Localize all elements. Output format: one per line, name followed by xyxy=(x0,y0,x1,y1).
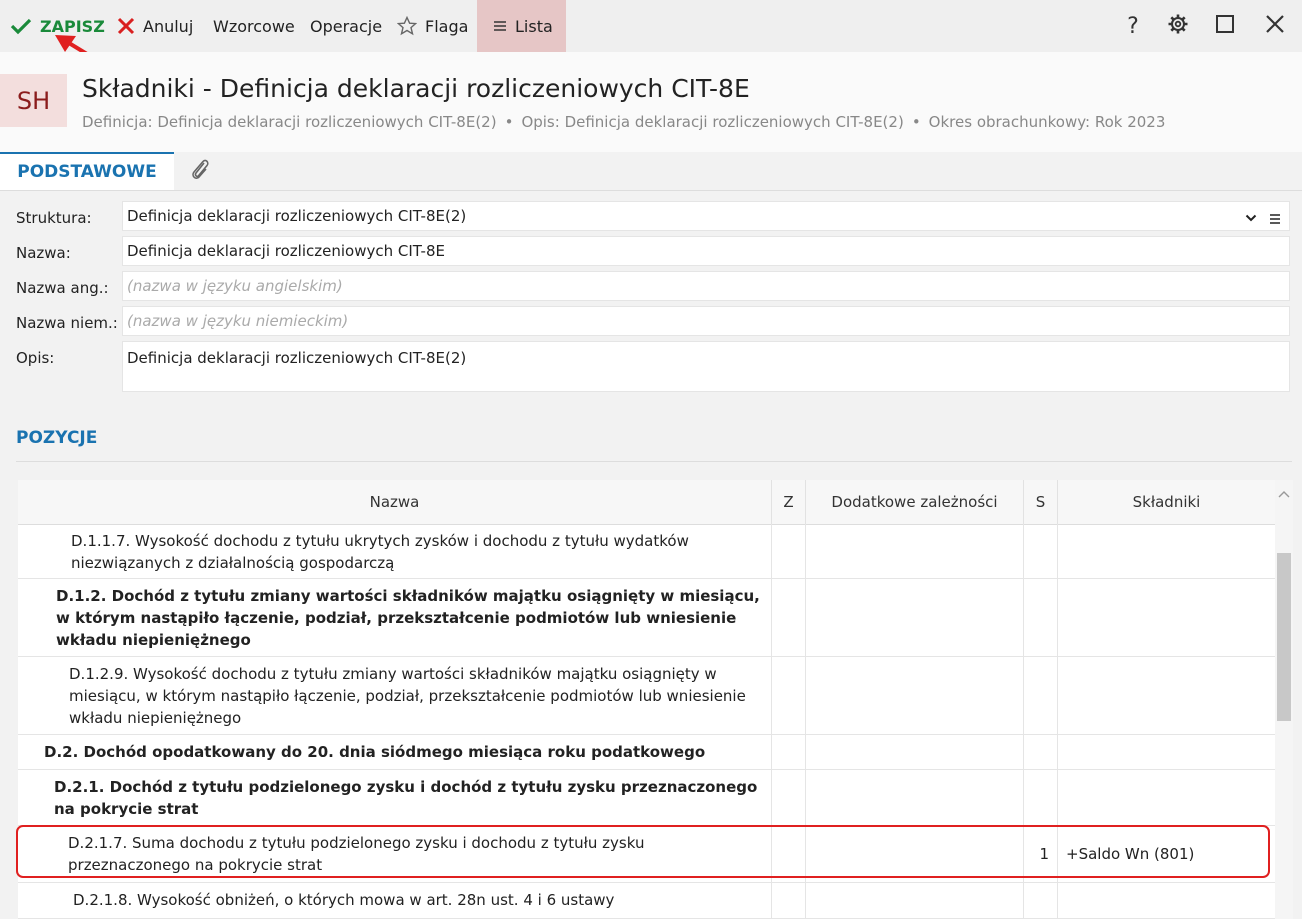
close-button[interactable] xyxy=(1255,0,1295,52)
name-label: Nazwa: xyxy=(16,244,71,262)
flag-button[interactable]: Flaga xyxy=(397,0,468,52)
row-components xyxy=(1058,883,1275,918)
grid-scrollbar[interactable] xyxy=(1275,480,1293,919)
row-name: D.1.1.7. Wysokość dochodu z tytułu ukryt… xyxy=(18,524,772,578)
row-components xyxy=(1058,657,1275,734)
settings-button[interactable] xyxy=(1158,0,1198,52)
avatar: SH xyxy=(0,74,67,127)
row-name: D.1.2.9. Wysokość dochodu z tytułu zmian… xyxy=(18,657,772,734)
row-z xyxy=(772,883,806,918)
table-row[interactable]: D.1.2.9. Wysokość dochodu z tytułu zmian… xyxy=(18,657,1275,735)
row-z xyxy=(772,579,806,656)
description-label: Opis: xyxy=(16,349,55,367)
row-name: D.2. Dochód opodatkowany do 20. dnia sió… xyxy=(18,735,772,769)
name-de-label: Nazwa niem.: xyxy=(16,314,118,332)
tab-basic[interactable]: PODSTAWOWE xyxy=(0,152,174,190)
name-de-field[interactable]: (nazwa w języku niemieckim) xyxy=(122,306,1290,336)
row-s xyxy=(1024,735,1058,769)
maximize-button[interactable] xyxy=(1205,0,1245,52)
templates-label: Wzorcowe xyxy=(213,16,295,36)
subtitle-definition: Definicja: Definicja deklaracji rozlicze… xyxy=(82,113,497,131)
scroll-thumb[interactable] xyxy=(1277,553,1291,721)
record-header: SH Składniki - Definicja deklaracji rozl… xyxy=(0,52,1302,152)
help-icon: ? xyxy=(1127,13,1139,39)
row-z xyxy=(772,735,806,769)
paperclip-icon xyxy=(189,157,211,185)
tab-attachments[interactable] xyxy=(180,152,220,190)
row-components xyxy=(1058,770,1275,825)
subtitle-separator: • xyxy=(504,113,514,131)
table-row[interactable]: D.2.1.8. Wysokość obniżeń, o których mow… xyxy=(18,883,1275,919)
close-icon xyxy=(1265,14,1285,38)
row-z xyxy=(772,770,806,825)
flag-label: Flaga xyxy=(425,16,469,36)
list-icon xyxy=(493,20,507,32)
list-button[interactable]: Lista xyxy=(477,0,566,52)
subtitle-separator: • xyxy=(911,113,921,131)
row-name: D.2.1. Dochód z tytułu podzielonego zysk… xyxy=(18,770,772,825)
structure-label: Struktura: xyxy=(16,209,92,227)
row-s xyxy=(1024,883,1058,918)
table-row[interactable]: D.1.2. Dochód z tytułu zmiany wartości s… xyxy=(18,579,1275,657)
column-header-dependencies[interactable]: Dodatkowe zależności xyxy=(806,480,1024,524)
row-dependencies xyxy=(806,524,1024,578)
annotation-highlight-box xyxy=(16,825,1270,878)
row-components xyxy=(1058,735,1275,769)
name-en-field[interactable]: (nazwa w języku angielskim) xyxy=(122,271,1290,301)
column-header-components[interactable]: Składniki xyxy=(1058,480,1275,524)
cancel-label: Anuluj xyxy=(143,16,194,36)
row-s xyxy=(1024,524,1058,578)
row-components xyxy=(1058,579,1275,656)
toolbar: ZAPISZ Anuluj Wzorcowe Operacje Flaga Li… xyxy=(0,0,1302,52)
description-field[interactable]: Definicja deklaracji rozliczeniowych CIT… xyxy=(122,341,1290,392)
row-s xyxy=(1024,657,1058,734)
page-title: Składniki - Definicja deklaracji rozlicz… xyxy=(82,74,750,103)
column-header-name[interactable]: Nazwa xyxy=(18,480,772,524)
table-row[interactable]: D.2. Dochód opodatkowany do 20. dnia sió… xyxy=(18,735,1275,770)
row-z xyxy=(772,657,806,734)
column-header-z[interactable]: Z xyxy=(772,480,806,524)
list-label: Lista xyxy=(515,16,553,36)
templates-button[interactable]: Wzorcowe xyxy=(213,0,295,52)
table-row[interactable]: D.2.1. Dochód z tytułu podzielonego zysk… xyxy=(18,770,1275,826)
gear-icon xyxy=(1167,13,1189,39)
scroll-up-icon[interactable] xyxy=(1278,484,1290,503)
menu-icon[interactable] xyxy=(1269,211,1281,229)
operations-button[interactable]: Operacje xyxy=(310,0,382,52)
row-name: D.1.2. Dochód z tytułu zmiany wartości s… xyxy=(18,579,772,656)
row-s xyxy=(1024,579,1058,656)
name-en-label: Nazwa ang.: xyxy=(16,279,109,297)
structure-value: Definicja deklaracji rozliczeniowych CIT… xyxy=(127,207,467,225)
chevron-down-icon[interactable] xyxy=(1245,210,1257,228)
positions-title: POZYCJE xyxy=(16,428,98,448)
row-dependencies xyxy=(806,770,1024,825)
row-dependencies xyxy=(806,883,1024,918)
row-dependencies xyxy=(806,657,1024,734)
structure-select[interactable]: Definicja deklaracji rozliczeniowych CIT… xyxy=(122,201,1290,231)
name-field[interactable]: Definicja deklaracji rozliczeniowych CIT… xyxy=(122,236,1290,266)
row-dependencies xyxy=(806,579,1024,656)
grid-header: Nazwa Z Dodatkowe zależności S Składniki xyxy=(18,480,1275,525)
maximize-icon xyxy=(1215,14,1235,38)
operations-label: Operacje xyxy=(310,16,383,36)
row-z xyxy=(772,524,806,578)
page-subtitle: Definicja: Definicja deklaracji rozlicze… xyxy=(82,113,1165,131)
star-icon xyxy=(397,16,417,36)
row-name: D.2.1.8. Wysokość obniżeń, o których mow… xyxy=(18,883,772,918)
subtitle-description: Opis: Definicja deklaracji rozliczeniowy… xyxy=(521,113,904,131)
help-button[interactable]: ? xyxy=(1113,0,1153,52)
checkmark-icon xyxy=(10,17,32,35)
row-dependencies xyxy=(806,735,1024,769)
tab-bar: PODSTAWOWE xyxy=(0,152,1302,191)
row-s xyxy=(1024,770,1058,825)
table-row[interactable]: D.1.1.7. Wysokość dochodu z tytułu ukryt… xyxy=(18,524,1275,579)
section-divider xyxy=(16,461,1292,462)
row-components xyxy=(1058,524,1275,578)
subtitle-period: Okres obrachunkowy: Rok 2023 xyxy=(928,113,1166,131)
column-header-s[interactable]: S xyxy=(1024,480,1058,524)
